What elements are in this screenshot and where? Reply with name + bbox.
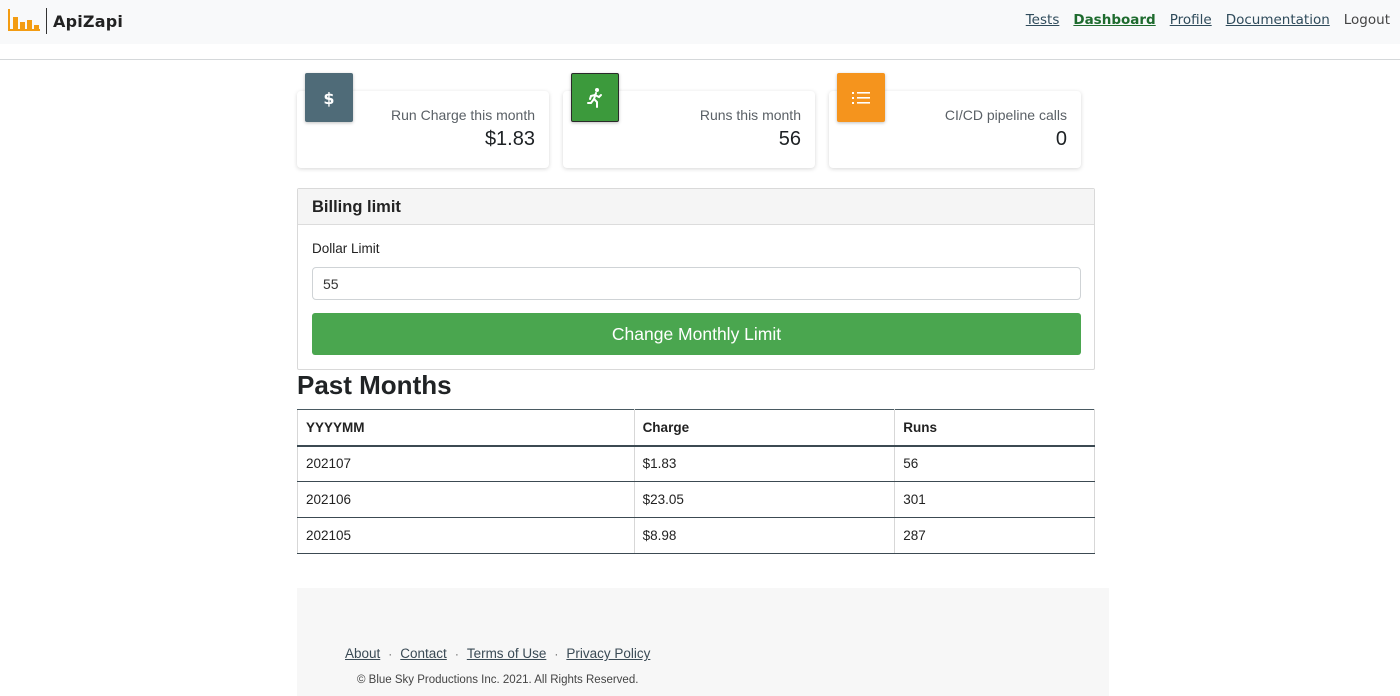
- footer-link-terms[interactable]: Terms of Use: [467, 646, 547, 661]
- main-nav: Tests Dashboard Profile Documentation Lo…: [1026, 12, 1390, 28]
- table-cell: 202105: [297, 517, 635, 554]
- footer-links: About · Contact · Terms of Use · Privacy…: [345, 646, 650, 661]
- logo-divider: [46, 8, 47, 34]
- stat-value: 0: [1055, 128, 1067, 150]
- footer-link-privacy[interactable]: Privacy Policy: [566, 646, 650, 661]
- footer-separator: ·: [454, 646, 459, 661]
- brand-logo[interactable]: ApiZapi: [8, 8, 123, 34]
- stat-value: 56: [778, 128, 801, 150]
- table-cell: $8.98: [634, 517, 896, 554]
- nav-link-dashboard[interactable]: Dashboard: [1073, 12, 1155, 28]
- footer-separator: ·: [554, 646, 559, 661]
- column-header: Charge: [634, 409, 896, 447]
- nav-link-documentation[interactable]: Documentation: [1226, 12, 1330, 28]
- brand-name: ApiZapi: [53, 11, 124, 31]
- dollar-limit-input[interactable]: [312, 267, 1081, 300]
- table-row: 202106 $23.05 301: [297, 481, 1095, 518]
- list-icon: [837, 73, 885, 122]
- running-person-icon: [571, 73, 619, 122]
- billing-limit-panel: Billing limit Dollar Limit Change Monthl…: [297, 188, 1095, 370]
- stat-card-runs: Runs this month 56: [563, 73, 815, 168]
- table-cell: 202107: [297, 445, 635, 482]
- table-cell: 56: [894, 445, 1095, 482]
- bar-chart-logo-icon: [8, 9, 40, 33]
- past-months-table: YYYYMM Charge Runs 202107 $1.83 56 20210…: [297, 409, 1095, 554]
- table-cell: $1.83: [634, 445, 896, 482]
- stat-label: Run Charge this month: [391, 107, 535, 123]
- table-cell: 301: [894, 481, 1095, 518]
- copyright-text: © Blue Sky Productions Inc. 2021. All Ri…: [357, 674, 639, 686]
- dollar-icon: $: [305, 73, 353, 122]
- footer-separator: ·: [388, 646, 393, 661]
- nav-link-logout[interactable]: Logout: [1344, 12, 1390, 28]
- past-months-heading: Past Months: [297, 370, 452, 400]
- footer-link-contact[interactable]: Contact: [400, 646, 447, 661]
- table-header-row: YYYYMM Charge Runs: [297, 409, 1095, 447]
- table-row: 202107 $1.83 56: [297, 445, 1095, 482]
- stat-value: $1.83: [484, 128, 535, 150]
- table-cell: 202106: [297, 481, 635, 518]
- stat-card-run-charge: $ Run Charge this month $1.83: [297, 73, 549, 168]
- header-divider: [0, 59, 1400, 60]
- panel-title: Billing limit: [298, 189, 1094, 225]
- stat-label: CI/CD pipeline calls: [944, 107, 1067, 123]
- svg-text:$: $: [323, 89, 334, 108]
- table-row: 202105 $8.98 287: [297, 517, 1095, 554]
- table-cell: 287: [894, 517, 1095, 554]
- page-footer: About · Contact · Terms of Use · Privacy…: [297, 588, 1109, 696]
- nav-link-profile[interactable]: Profile: [1170, 12, 1212, 28]
- column-header: Runs: [894, 409, 1095, 447]
- nav-link-tests[interactable]: Tests: [1026, 12, 1060, 28]
- dollar-limit-label: Dollar Limit: [312, 241, 380, 256]
- stat-label: Runs this month: [699, 107, 801, 123]
- table-cell: $23.05: [634, 481, 896, 518]
- stat-card-pipeline-calls: CI/CD pipeline calls 0: [829, 73, 1081, 168]
- change-monthly-limit-button[interactable]: Change Monthly Limit: [312, 313, 1081, 355]
- footer-link-about[interactable]: About: [345, 646, 380, 661]
- top-navbar: ApiZapi Tests Dashboard Profile Document…: [0, 0, 1400, 44]
- column-header: YYYYMM: [297, 409, 635, 447]
